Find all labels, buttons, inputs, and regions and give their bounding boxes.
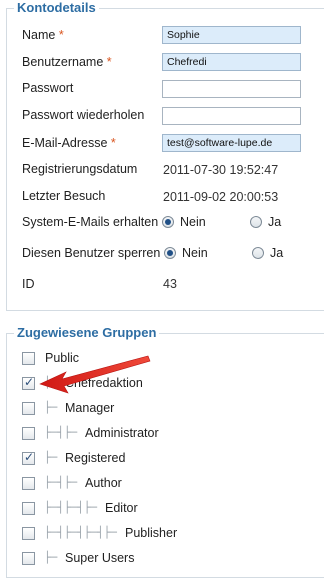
tree-connector: ├─┤├─┤├─┤├─	[44, 526, 117, 539]
system-mails-no-radio[interactable]	[162, 216, 174, 228]
group-checkbox[interactable]	[22, 552, 35, 565]
group-checkbox[interactable]	[22, 502, 35, 515]
registration-date-label: Registrierungsdatum	[22, 162, 138, 176]
tree-connector: ├─┤├─	[44, 426, 78, 439]
username-field[interactable]	[162, 53, 301, 71]
system-mails-yes-radio[interactable]	[250, 216, 262, 228]
group-label: Public	[45, 351, 80, 365]
registration-date-value: 2011-07-30 19:52:47	[163, 163, 279, 177]
id-label: ID	[22, 277, 35, 291]
block-user-label: Diesen Benutzer sperren	[22, 246, 161, 260]
name-field[interactable]	[162, 26, 301, 44]
name-label: Name *	[22, 28, 64, 42]
block-user-yes-label: Ja	[270, 246, 284, 260]
tree-connector: ├─┤├─┤├─	[44, 501, 97, 514]
group-label: Editor	[105, 501, 138, 515]
system-mails-yes-label: Ja	[268, 215, 282, 229]
system-mails-label: System-E-Mails erhalten	[22, 215, 159, 229]
group-checkbox[interactable]	[22, 375, 35, 390]
group-checkbox[interactable]	[22, 352, 35, 365]
email-label: E-Mail-Adresse *	[22, 136, 116, 150]
block-user-yes-radio[interactable]	[252, 247, 264, 259]
username-label: Benutzername *	[22, 55, 112, 69]
password-repeat-field[interactable]	[162, 107, 301, 125]
password-repeat-label: Passwort wiederholen	[22, 108, 145, 122]
tree-connector: ├─	[44, 451, 58, 464]
group-label: Super Users	[65, 551, 135, 565]
group-label: Administrator	[85, 426, 159, 440]
tree-connector: ├─	[44, 376, 58, 389]
tree-connector: ├─	[44, 551, 58, 564]
assigned-groups-legend: Zugewiesene Gruppen	[14, 325, 160, 341]
block-user-no-radio[interactable]	[164, 247, 176, 259]
group-checkbox[interactable]	[22, 450, 35, 465]
group-label: Registered	[65, 451, 126, 465]
system-mails-no-label: Nein	[180, 215, 206, 229]
tree-connector: ├─	[44, 401, 58, 414]
tree-connector: ├─┤├─	[44, 476, 78, 489]
group-checkbox[interactable]	[22, 527, 35, 540]
group-label: Manager	[65, 401, 115, 415]
password-field[interactable]	[162, 80, 301, 98]
password-label: Passwort	[22, 81, 74, 95]
id-value: 43	[163, 277, 177, 291]
email-field[interactable]	[162, 134, 301, 152]
group-label: Author	[85, 476, 122, 490]
group-checkbox[interactable]	[22, 477, 35, 490]
block-user-no-label: Nein	[182, 246, 208, 260]
group-checkbox[interactable]	[22, 427, 35, 440]
group-label: Chefredaktion	[65, 376, 143, 390]
last-visit-label: Letzter Besuch	[22, 189, 106, 203]
last-visit-value: 2011-09-02 20:00:53	[163, 190, 279, 204]
account-details-legend: Kontodetails	[14, 0, 99, 16]
group-checkbox[interactable]	[22, 402, 35, 415]
group-label: Publisher	[125, 526, 178, 540]
